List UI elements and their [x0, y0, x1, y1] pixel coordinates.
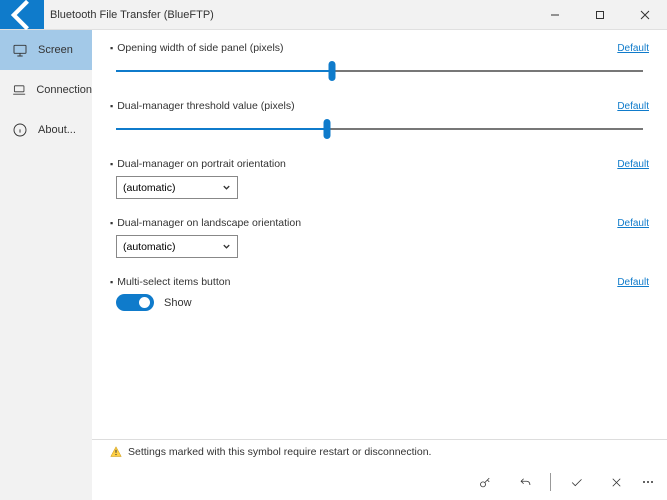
sidebar-item-screen[interactable]: Screen: [0, 30, 92, 70]
warning-bar: Settings marked with this symbol require…: [92, 439, 667, 464]
more-button[interactable]: [637, 481, 659, 483]
back-button[interactable]: [0, 0, 44, 29]
setting-portrait-orientation: ▪Dual-manager on portrait orientation De…: [110, 158, 649, 199]
separator: [550, 473, 551, 491]
window-title: Bluetooth File Transfer (BlueFTP): [44, 9, 532, 21]
sidebar-item-label: Screen: [38, 44, 73, 56]
connection-icon: [12, 82, 26, 98]
sidebar-item-label: Connection: [36, 84, 92, 96]
setting-dual-threshold: ▪Dual-manager threshold value (pixels) D…: [110, 100, 649, 140]
setting-side-panel-width: ▪Opening width of side panel (pixels) De…: [110, 42, 649, 82]
default-link[interactable]: Default: [617, 277, 649, 288]
warning-icon: [110, 446, 122, 458]
setting-multi-select: ▪Multi-select items button Default Show: [110, 276, 649, 311]
sidebar-item-connection[interactable]: Connection: [0, 70, 92, 110]
info-icon: [12, 122, 28, 138]
default-link[interactable]: Default: [617, 43, 649, 54]
default-link[interactable]: Default: [617, 218, 649, 229]
cancel-button[interactable]: [597, 467, 635, 497]
dropdown-portrait[interactable]: (automatic): [116, 176, 238, 199]
action-bar: [92, 464, 667, 500]
key-button[interactable]: [466, 467, 504, 497]
dropdown-landscape[interactable]: (automatic): [116, 235, 238, 258]
chevron-down-icon: [222, 242, 231, 251]
maximize-button[interactable]: [577, 0, 622, 29]
sidebar: Screen Connection About...: [0, 30, 92, 500]
default-link[interactable]: Default: [617, 101, 649, 112]
main-content: ▪Opening width of side panel (pixels) De…: [92, 30, 667, 500]
close-button[interactable]: [622, 0, 667, 29]
slider-dual-threshold[interactable]: [116, 118, 643, 140]
accept-button[interactable]: [557, 467, 595, 497]
default-link[interactable]: Default: [617, 159, 649, 170]
sidebar-item-about[interactable]: About...: [0, 110, 92, 150]
slider-side-panel-width[interactable]: [116, 60, 643, 82]
title-bar: Bluetooth File Transfer (BlueFTP): [0, 0, 667, 30]
sidebar-item-label: About...: [38, 124, 76, 136]
toggle-multi-select[interactable]: [116, 294, 154, 311]
undo-button[interactable]: [506, 467, 544, 497]
window-controls: [532, 0, 667, 29]
chevron-down-icon: [222, 183, 231, 192]
setting-landscape-orientation: ▪Dual-manager on landscape orientation D…: [110, 217, 649, 258]
screen-icon: [12, 42, 28, 58]
minimize-button[interactable]: [532, 0, 577, 29]
toggle-state-label: Show: [164, 297, 192, 309]
